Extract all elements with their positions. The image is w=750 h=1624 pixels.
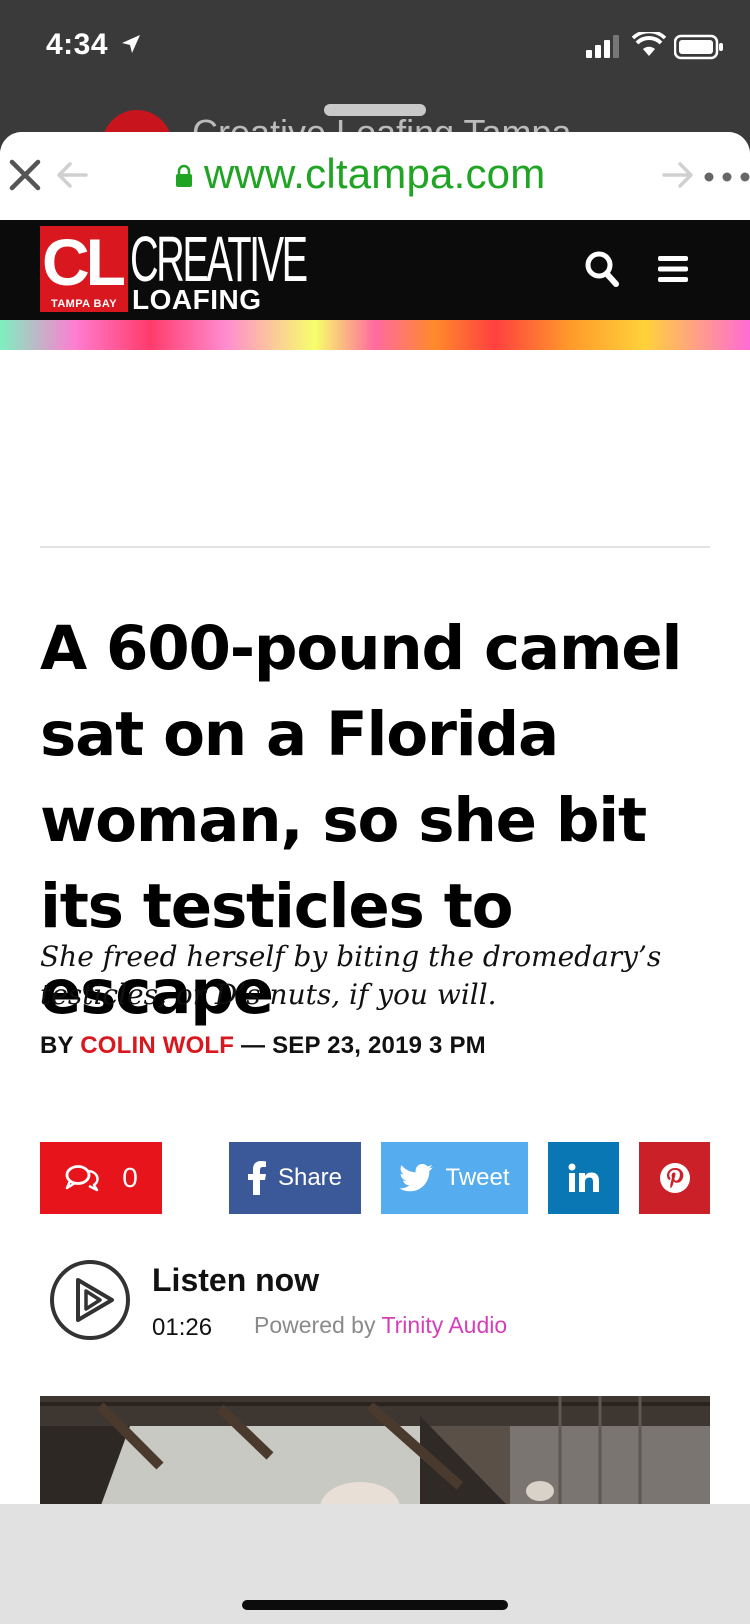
byline-separator: — [234,1032,273,1059]
play-audio-icon[interactable] [48,1258,132,1342]
article-subheadline: She freed herself by biting the dromedar… [40,940,662,1011]
more-options-icon[interactable] [704,172,750,182]
audio-duration: 01:26 [152,1314,213,1341]
byline-prefix: BY [40,1032,81,1059]
audio-powered-by: Powered by Trinity Audio [254,1312,507,1339]
logo-tampa-bay: TAMPA BAY [40,296,128,312]
logo-loafing: LOAFING [132,284,262,315]
linkedin-icon [568,1163,599,1192]
content-divider [40,546,710,548]
search-icon[interactable] [584,250,620,288]
facebook-share-button[interactable]: Share [229,1142,361,1214]
listen-now-label[interactable]: Listen now [152,1262,319,1299]
location-arrow-icon [122,35,140,53]
header-banner-image [0,320,750,350]
pinterest-share-button[interactable] [639,1142,710,1214]
status-bar: 4:34 [0,0,750,100]
article-photo-image [40,1396,710,1508]
logo-cl-text: CL [42,225,126,299]
audio-player: Listen now 01:26 Powered by Trinity Audi… [40,1258,710,1350]
article-byline: BY COLIN WOLF — SEP 23, 2019 3 PM [40,1032,486,1060]
in-app-browser-sheet: www.cltampa.com CL TAMPA BAY CREATIVE LO… [0,132,750,1624]
forward-arrow-icon[interactable] [660,160,696,190]
pinterest-icon [659,1163,690,1193]
comments-icon [65,1165,99,1192]
cellular-signal-icon [586,35,619,58]
creative-loafing-logo[interactable]: CL TAMPA BAY CREATIVE LOAFING [40,223,308,315]
battery-icon [674,34,723,60]
home-indicator[interactable] [242,1600,508,1610]
byline-author-link[interactable]: COLIN WOLF [80,1032,234,1059]
comments-count: 0 [122,1162,138,1193]
url-text[interactable]: www.cltampa.com [204,150,545,198]
article-photo[interactable] [40,1396,710,1508]
back-arrow-icon[interactable] [54,160,90,190]
status-time: 4:34 [46,28,109,61]
hamburger-menu-icon[interactable] [656,252,690,286]
trinity-audio-link[interactable]: Trinity Audio [381,1312,507,1338]
facebook-share-label: Share [277,1164,343,1191]
powered-by-text: Powered by [254,1312,376,1338]
sheet-grabber[interactable] [324,104,426,116]
wifi-icon [632,32,666,56]
browser-url-bar: www.cltampa.com [0,132,750,220]
facebook-icon [247,1161,266,1195]
close-icon[interactable] [8,158,42,192]
linkedin-share-button[interactable] [548,1142,619,1214]
comments-button[interactable]: 0 [40,1142,162,1214]
twitter-icon [399,1164,434,1192]
twitter-share-button[interactable]: Tweet [381,1142,528,1214]
site-header: CL TAMPA BAY CREATIVE LOAFING [0,220,750,320]
twitter-share-label: Tweet [445,1164,510,1191]
lock-icon [176,164,192,187]
byline-date: SEP 23, 2019 3 PM [272,1032,486,1059]
